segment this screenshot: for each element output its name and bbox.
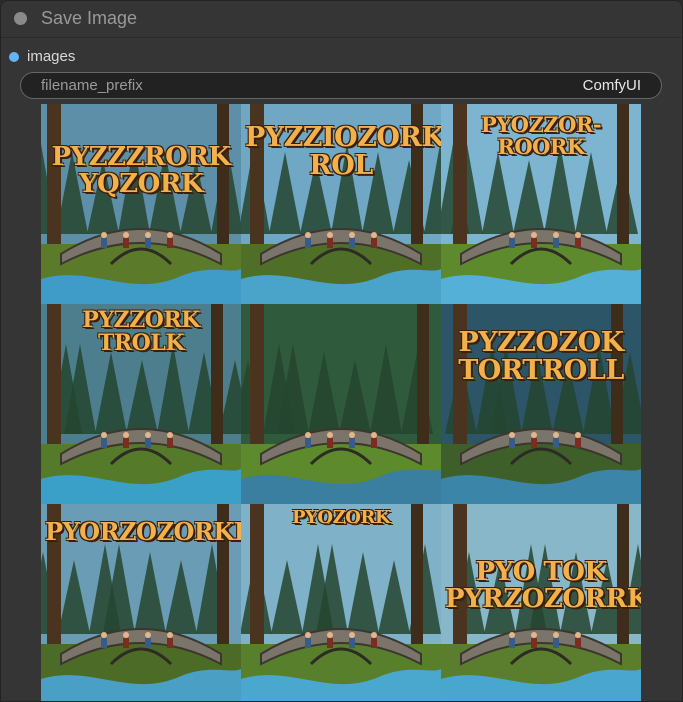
filename-prefix-field[interactable]: filename_prefix ComfyUI — [20, 72, 662, 99]
image-caption-text: PYZZORK TROLK — [82, 307, 200, 357]
output-images[interactable]: images — [1, 45, 201, 67]
node-title: Save Image — [41, 8, 138, 28]
node-collapse-dot[interactable] — [14, 12, 27, 25]
preview-image[interactable]: PYZZZRORK YQZORK — [41, 104, 241, 304]
image-caption-text: PYZZIOZORK ROL — [245, 122, 441, 182]
output-slot-dot[interactable] — [9, 52, 19, 62]
preview-image[interactable] — [241, 304, 441, 504]
preview-image[interactable]: PYO TOK PYRZOZORRK — [441, 504, 641, 701]
save-image-node[interactable]: Save Image images filename_prefix ComfyU… — [0, 0, 683, 702]
preview-image[interactable]: PYOZZOR-ROORK — [441, 104, 641, 304]
image-preview-grid: PYZZZRORK YQZORK PYZZIOZORK ROL PYOZZOR-RO… — [41, 104, 641, 701]
preview-image-art — [241, 304, 441, 504]
output-label: images — [27, 48, 76, 65]
preview-image[interactable]: PYZZORK TROLK — [41, 304, 241, 504]
widget-name: filename_prefix — [41, 77, 143, 94]
image-caption-text: PYOZZOR-ROORK — [480, 112, 602, 160]
node-header[interactable]: Save Image — [1, 1, 682, 38]
preview-image[interactable]: PYZZOZOK TORTROLL — [441, 304, 641, 504]
widget-value: ComfyUI — [582, 77, 641, 94]
image-caption-text: PYZZOZOK TORTROLL — [458, 327, 624, 387]
image-caption-text: PYORZOZORKKL — [45, 517, 241, 546]
preview-image[interactable]: PYOZORK — [241, 504, 441, 701]
image-caption-text: PYO TOK PYRZOZORRK — [445, 557, 641, 615]
preview-image-art — [241, 504, 441, 701]
preview-image[interactable]: PYORZOZORKKL — [41, 504, 241, 701]
preview-image-art — [41, 104, 241, 304]
image-caption-text: PYZZZRORK YQZORK — [51, 142, 231, 200]
image-caption-text: PYOZORK — [292, 507, 391, 528]
preview-image[interactable]: PYZZIOZORK ROL — [241, 104, 441, 304]
